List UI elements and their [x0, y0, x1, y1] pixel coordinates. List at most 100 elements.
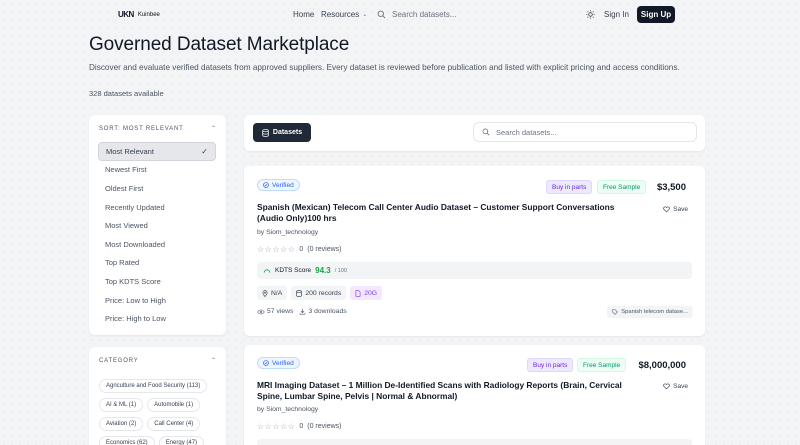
check-icon: ✓ — [201, 146, 208, 156]
nav-resources-label: Resources — [321, 10, 360, 19]
dataset-card[interactable]: Verified Buy in parts Free Sample $8,000… — [244, 345, 705, 445]
dataset-tag[interactable]: Spanish telecom datase... — [607, 306, 693, 318]
buy-in-parts-badge: Buy in parts — [546, 180, 593, 194]
category-chip[interactable]: Economics (62) — [99, 436, 155, 445]
save-button[interactable]: Save — [663, 383, 688, 390]
records-value: 200 records — [305, 289, 342, 297]
sign-in-link[interactable]: Sign In — [604, 10, 629, 19]
verified-badge: Verified — [257, 357, 300, 369]
sign-up-button[interactable]: Sign Up — [637, 6, 675, 23]
sort-option-label: Most Relevant — [106, 146, 154, 156]
kdts-score: 94.3 — [315, 266, 331, 275]
category-chip[interactable]: AI & ML (1) — [99, 398, 144, 412]
sort-option-top-rated[interactable]: Top Rated — [98, 254, 216, 273]
sort-option-price-high-low[interactable]: Price: High to Low — [98, 309, 216, 328]
verified-badge: Verified — [257, 179, 300, 191]
file-icon — [355, 289, 361, 297]
search-icon — [482, 128, 490, 136]
chevron-down-icon: ⌄ — [362, 12, 368, 18]
sort-panel-title: SORT: MOST RELEVANT — [99, 125, 184, 132]
download-icon — [300, 308, 306, 315]
sort-option-most-relevant[interactable]: Most Relevant ✓ — [98, 142, 216, 161]
page-description: Discover and evaluate verified datasets … — [89, 63, 680, 72]
tag-label: Spanish telecom datase... — [621, 309, 688, 315]
sort-panel: SORT: MOST RELEVANT ⌃ Most Relevant ✓ Ne… — [89, 115, 226, 335]
location-pin-icon — [262, 289, 268, 297]
sort-option-label: Newest First — [105, 165, 147, 175]
sort-option-label: Top KDTS Score — [105, 276, 161, 286]
header-search-input[interactable]: Search datasets... — [375, 4, 500, 24]
sort-option-price-low-high[interactable]: Price: Low to High — [98, 291, 216, 310]
nav-resources-dropdown[interactable]: Resources ⌄ — [321, 10, 367, 19]
category-chip[interactable]: Energy (47) — [158, 436, 205, 445]
logo[interactable]: UKN Kuinbee — [118, 10, 160, 19]
dataset-title[interactable]: Spanish (Mexican) Telecom Call Center Au… — [257, 202, 637, 224]
category-chips: Agriculture and Food Security (113) AI &… — [99, 379, 219, 445]
rating-row: ☆☆☆☆☆ 0 (0 reviews) — [257, 422, 342, 431]
star-rating-icon: ☆☆☆☆☆ — [257, 245, 296, 254]
kdts-score-bar: KDTS Score 94.3 / 100 — [257, 262, 692, 279]
review-count: (0 reviews) — [307, 246, 342, 253]
sort-option-label: Price: High to Low — [105, 314, 166, 324]
kdts-max: / 100 — [334, 267, 347, 274]
category-chip[interactable]: Call Center (4) — [147, 417, 201, 431]
save-label: Save — [673, 383, 688, 390]
rating-value: 0 — [299, 423, 304, 430]
database-icon — [262, 128, 269, 137]
size-value: 20G — [364, 289, 378, 297]
top-nav: UKN Kuinbee Home Resources ⌄ Search data… — [0, 0, 800, 30]
rating-value: 0 — [299, 246, 304, 253]
chevron-up-icon: ⌃ — [210, 358, 216, 364]
downloads-value: 3 downloads — [308, 308, 347, 315]
sort-option-newest-first[interactable]: Newest First — [98, 161, 216, 180]
heart-icon — [663, 383, 670, 390]
heart-icon — [663, 206, 670, 213]
logo-mark: UKN — [118, 10, 134, 19]
theme-toggle-sun-icon[interactable] — [586, 10, 595, 19]
results-toolbar: Datasets Search datasets... — [244, 115, 705, 151]
dataset-title[interactable]: MRI Imaging Dataset – 1 Million De-Ident… — [257, 380, 637, 402]
free-sample-badge[interactable]: Free Sample — [597, 180, 647, 194]
sort-panel-header[interactable]: SORT: MOST RELEVANT ⌃ — [99, 125, 216, 133]
dataset-card[interactable]: Verified Buy in parts Free Sample $3,500… — [244, 166, 705, 336]
category-chip[interactable]: Aviation (2) — [99, 417, 144, 431]
stats-row: 57 views 3 downloads — [257, 308, 347, 315]
sort-option-label: Top Rated — [105, 258, 140, 268]
supplier-name[interactable]: by Siom_technology — [257, 406, 318, 413]
save-button[interactable]: Save — [663, 206, 688, 213]
datasets-tab-label: Datasets — [272, 129, 303, 136]
sort-option-top-kdts-score[interactable]: Top KDTS Score — [98, 272, 216, 291]
verified-label: Verified — [272, 359, 294, 367]
sort-option-label: Oldest First — [105, 183, 144, 193]
logo-text: Kuinbee — [137, 11, 160, 18]
chevron-up-icon: ⌃ — [210, 126, 216, 132]
category-chip[interactable]: Automobile (1) — [147, 398, 201, 412]
kdts-score-bar — [257, 439, 692, 445]
dataset-search-placeholder: Search datasets... — [496, 127, 557, 137]
sort-option-most-viewed[interactable]: Most Viewed — [98, 216, 216, 235]
category-chip[interactable]: Agriculture and Food Security (113) — [99, 379, 208, 393]
datasets-tab[interactable]: Datasets — [253, 123, 311, 142]
database-icon — [296, 289, 303, 297]
supplier-name[interactable]: by Siom_technology — [257, 229, 318, 236]
views-stat: 57 views — [257, 308, 293, 315]
verified-check-icon — [263, 182, 269, 188]
tag-icon — [612, 309, 619, 315]
sort-option-most-downloaded[interactable]: Most Downloaded — [98, 235, 216, 254]
eye-icon — [257, 309, 265, 314]
star-rating-icon: ☆☆☆☆☆ — [257, 422, 296, 431]
location-meta: N/A — [257, 286, 288, 300]
review-count: (0 reviews) — [307, 423, 342, 430]
category-panel-header[interactable]: CATEGORY ⌃ — [99, 357, 216, 365]
nav-home-link[interactable]: Home — [293, 10, 314, 19]
sort-option-recently-updated[interactable]: Recently Updated — [98, 198, 216, 217]
verified-label: Verified — [272, 181, 294, 189]
free-sample-badge[interactable]: Free Sample — [577, 358, 627, 372]
dataset-search-input[interactable]: Search datasets... — [473, 122, 697, 142]
sort-options-list: Most Relevant ✓ Newest First Oldest Firs… — [98, 142, 216, 328]
meta-row: N/A 200 records 20G — [257, 286, 383, 300]
sort-option-oldest-first[interactable]: Oldest First — [98, 179, 216, 198]
sort-option-label: Price: Low to High — [105, 295, 166, 305]
downloads-stat: 3 downloads — [299, 308, 347, 315]
page-title: Governed Dataset Marketplace — [89, 34, 350, 55]
